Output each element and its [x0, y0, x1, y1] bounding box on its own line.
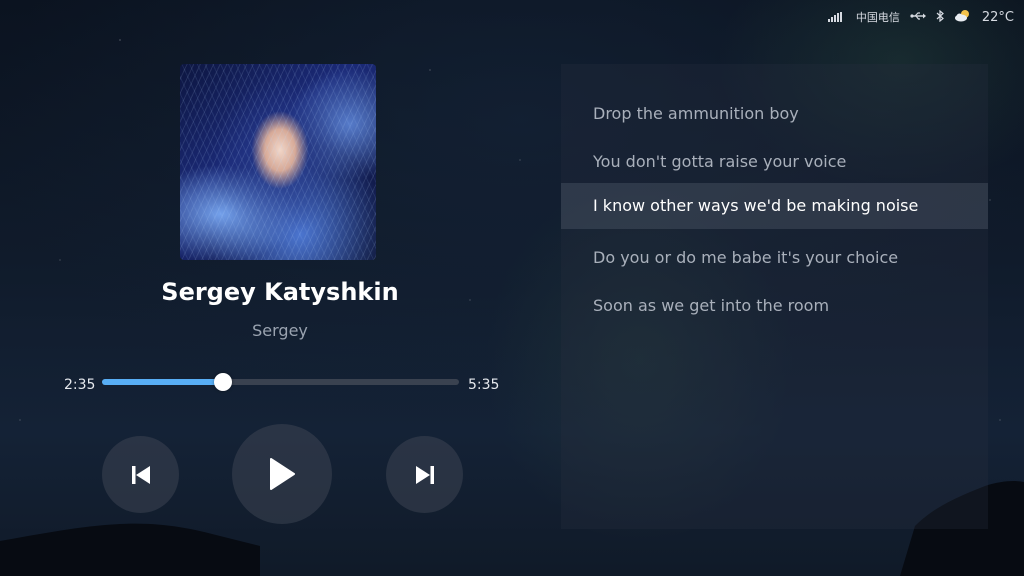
- weather-cloud-sun-icon: [954, 9, 972, 25]
- usb-icon: [910, 11, 926, 24]
- bluetooth-icon: [936, 9, 944, 25]
- lyrics-panel[interactable]: Drop the ammunition boy You don't gotta …: [561, 64, 988, 529]
- carrier-name: 中国电信: [855, 11, 900, 24]
- status-bar: 中国电信 22°C: [827, 8, 1014, 26]
- progress-slider[interactable]: [102, 373, 459, 391]
- lyric-line: You don't gotta raise your voice: [593, 152, 847, 171]
- signal-icon: [827, 12, 842, 22]
- lyric-line: Drop the ammunition boy: [593, 104, 799, 123]
- track-artist: Sergey: [252, 321, 308, 340]
- track-title: Sergey Katyshkin: [161, 278, 399, 306]
- skip-previous-icon: [131, 465, 150, 484]
- lyric-line: Soon as we get into the room: [593, 296, 830, 315]
- time-total: 5:35: [468, 377, 500, 393]
- skip-next-icon: [415, 465, 434, 484]
- play-icon: [270, 458, 295, 490]
- time-elapsed: 2:35: [64, 377, 96, 393]
- album-art: [180, 64, 376, 260]
- lyric-line: Do you or do me babe it's your choice: [593, 248, 899, 267]
- play-button[interactable]: [232, 424, 332, 524]
- progress-thumb[interactable]: [214, 373, 233, 391]
- previous-track-button[interactable]: [102, 436, 179, 513]
- next-track-button[interactable]: [386, 436, 463, 513]
- progress-fill: [102, 379, 224, 385]
- lyric-line-current: I know other ways we'd be making noise: [561, 183, 988, 229]
- temperature-readout: 22°C: [981, 9, 1014, 25]
